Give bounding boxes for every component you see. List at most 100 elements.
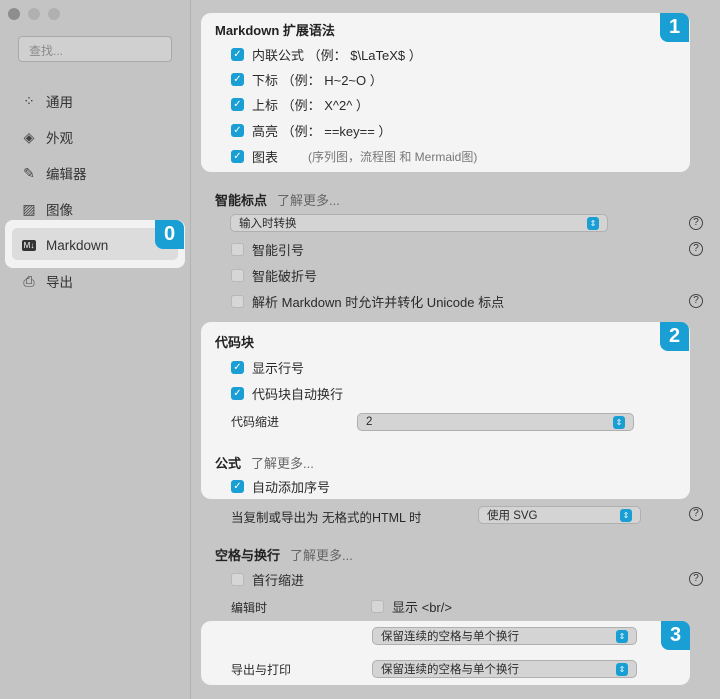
whitespace-title: 空格与换行 了解更多... bbox=[215, 545, 353, 564]
section-title: 智能标点 bbox=[215, 193, 268, 208]
learn-more-link[interactable]: 了解更多... bbox=[290, 548, 353, 563]
sidebar: 查找... 0 ⁘ 通用 ◈ 外观 ✎ 编辑器 ▨ 图像 M↓ Markdown ⎙ 导出 bbox=[0, 0, 191, 699]
learn-more-link[interactable]: 了解更多... bbox=[277, 193, 340, 208]
help-icon[interactable]: ? bbox=[689, 242, 703, 256]
checkbox-label: 智能破折号 bbox=[252, 268, 318, 284]
paint-bucket-icon: ◈ bbox=[23, 128, 35, 145]
checkbox-label: 显示行号 bbox=[252, 360, 305, 376]
checkbox-label: 上标 （例： X^2^ ） bbox=[252, 97, 369, 113]
window-close-button[interactable] bbox=[8, 8, 20, 20]
smart-punct-select[interactable]: 输入时转换 ⇕ bbox=[230, 214, 608, 232]
code-title: 代码块 bbox=[215, 335, 255, 350]
show-br-checkbox[interactable]: 显示 <br/> bbox=[371, 597, 452, 615]
sidebar-item-label: 通用 bbox=[46, 95, 73, 110]
select-value: 使用 SVG bbox=[487, 510, 538, 522]
sidebar-item-image[interactable]: ▨ 图像 bbox=[20, 197, 73, 221]
window-zoom-button[interactable] bbox=[48, 8, 60, 20]
select-value: 输入时转换 bbox=[239, 218, 297, 230]
badge-0: 0 bbox=[155, 220, 184, 249]
checkbox-label: 显示 <br/> bbox=[392, 599, 452, 615]
sidebar-item-markdown[interactable]: M↓ Markdown bbox=[20, 233, 108, 257]
math-title: 公式 了解更多... bbox=[215, 453, 314, 472]
printer-icon: ⎙ bbox=[23, 272, 35, 289]
code-card bbox=[201, 322, 690, 499]
badge-1: 1 bbox=[660, 13, 689, 42]
window-minimize-button[interactable] bbox=[28, 8, 40, 20]
export-whitespace-select[interactable]: 保留连续的空格与单个换行 ⇕ bbox=[372, 660, 637, 678]
diagrams-checkbox[interactable]: ✓ 图表 (序列图，流程图 和 Mermaid图) bbox=[231, 147, 477, 165]
editing-label: 编辑时 bbox=[231, 601, 268, 615]
checkbox-icon: ✓ bbox=[231, 386, 244, 400]
checkbox-icon bbox=[371, 599, 384, 613]
help-icon[interactable]: ? bbox=[689, 216, 703, 230]
section-title: 空格与换行 bbox=[215, 548, 281, 563]
sidebar-item-appearance[interactable]: ◈ 外观 bbox=[20, 125, 73, 149]
sidebar-item-editor[interactable]: ✎ 编辑器 bbox=[20, 161, 87, 185]
checkbox-label: 下标 （例： H~2~O ） bbox=[252, 72, 383, 88]
line-numbers-checkbox[interactable]: ✓ 显示行号 bbox=[231, 358, 304, 376]
help-icon[interactable]: ? bbox=[689, 572, 703, 586]
subscript-checkbox[interactable]: ✓ 下标 （例： H~2~O ） bbox=[231, 70, 383, 88]
checkbox-label: 自动添加序号 bbox=[252, 479, 331, 495]
checkbox-label: 智能引号 bbox=[252, 242, 305, 258]
indent-select[interactable]: 2 ⇕ bbox=[357, 413, 634, 431]
sidebar-item-label: 导出 bbox=[46, 275, 73, 290]
code-wrap-checkbox[interactable]: ✓ 代码块自动换行 bbox=[231, 384, 343, 402]
checkbox-icon bbox=[231, 294, 244, 308]
checkbox-icon: ✓ bbox=[231, 97, 244, 111]
select-arrows-icon: ⇕ bbox=[616, 629, 628, 643]
checkbox-icon: ✓ bbox=[231, 360, 244, 374]
editing-whitespace-select[interactable]: 保留连续的空格与单个换行 ⇕ bbox=[372, 627, 637, 645]
select-value: 保留连续的空格与单个换行 bbox=[381, 664, 519, 676]
sidebar-item-label: 编辑器 bbox=[46, 167, 87, 182]
select-arrows-icon: ⇕ bbox=[613, 415, 625, 429]
select-arrows-icon: ⇕ bbox=[616, 662, 628, 676]
markdown-icon: M↓ bbox=[21, 239, 37, 251]
sidebar-item-general[interactable]: ⁘ 通用 bbox=[20, 89, 73, 113]
checkbox-icon bbox=[231, 242, 244, 256]
sidebar-item-export[interactable]: ⎙ 导出 bbox=[20, 269, 73, 293]
badge-2: 2 bbox=[660, 322, 689, 351]
checkbox-icon: ✓ bbox=[231, 72, 244, 86]
smart-dashes-checkbox[interactable]: 智能破折号 bbox=[231, 266, 317, 284]
checkbox-icon: ✓ bbox=[231, 149, 244, 163]
checkbox-label: 内联公式 （例： $\LaTeX$ ） bbox=[252, 47, 422, 63]
select-value: 保留连续的空格与单个换行 bbox=[381, 631, 519, 643]
copy-html-select[interactable]: 使用 SVG ⇕ bbox=[478, 506, 641, 524]
unicode-punct-checkbox[interactable]: 解析 Markdown 时允许并转化 Unicode 标点 bbox=[231, 292, 504, 310]
superscript-checkbox[interactable]: ✓ 上标 （例： X^2^ ） bbox=[231, 95, 369, 113]
select-arrows-icon: ⇕ bbox=[620, 508, 632, 522]
image-icon: ▨ bbox=[22, 200, 36, 217]
select-arrows-icon: ⇕ bbox=[587, 216, 599, 230]
select-value: 2 bbox=[366, 416, 373, 428]
extensions-title: Markdown 扩展语法 bbox=[215, 23, 335, 38]
search-input[interactable]: 查找... bbox=[18, 36, 172, 62]
grid-icon: ⁘ bbox=[23, 92, 35, 109]
checkbox-icon bbox=[231, 572, 244, 586]
checkbox-icon: ✓ bbox=[231, 479, 244, 493]
checkbox-label: 图表 bbox=[252, 149, 279, 165]
checkbox-label: 代码块自动换行 bbox=[252, 386, 344, 402]
sidebar-item-label: Markdown bbox=[46, 237, 109, 253]
section-title: 公式 bbox=[215, 456, 242, 471]
export-label: 导出与打印 bbox=[231, 663, 292, 677]
checkbox-label: 首行缩进 bbox=[252, 572, 305, 588]
smart-quotes-checkbox[interactable]: 智能引号 bbox=[231, 240, 304, 258]
learn-more-link[interactable]: 了解更多... bbox=[251, 456, 314, 471]
pencil-icon: ✎ bbox=[23, 164, 35, 181]
inline-math-checkbox[interactable]: ✓ 内联公式 （例： $\LaTeX$ ） bbox=[231, 45, 422, 63]
first-indent-checkbox[interactable]: 首行缩进 bbox=[231, 570, 304, 588]
checkbox-label: 解析 Markdown 时允许并转化 Unicode 标点 bbox=[252, 294, 505, 310]
help-icon[interactable]: ? bbox=[689, 294, 703, 308]
sidebar-item-label: 图像 bbox=[46, 203, 73, 218]
indent-label: 代码缩进 bbox=[231, 415, 280, 429]
checkbox-icon: ✓ bbox=[231, 123, 244, 137]
checkbox-icon bbox=[231, 268, 244, 282]
help-icon[interactable]: ? bbox=[689, 507, 703, 521]
diagrams-note: (序列图，流程图 和 Mermaid图) bbox=[308, 149, 478, 164]
smart-punct-title: 智能标点 了解更多... bbox=[215, 190, 340, 209]
highlight-checkbox[interactable]: ✓ 高亮 （例： ==key== ） bbox=[231, 121, 391, 139]
badge-3: 3 bbox=[661, 621, 690, 650]
auto-number-checkbox[interactable]: ✓ 自动添加序号 bbox=[231, 477, 330, 495]
checkbox-label: 高亮 （例： ==key== ） bbox=[252, 123, 392, 139]
